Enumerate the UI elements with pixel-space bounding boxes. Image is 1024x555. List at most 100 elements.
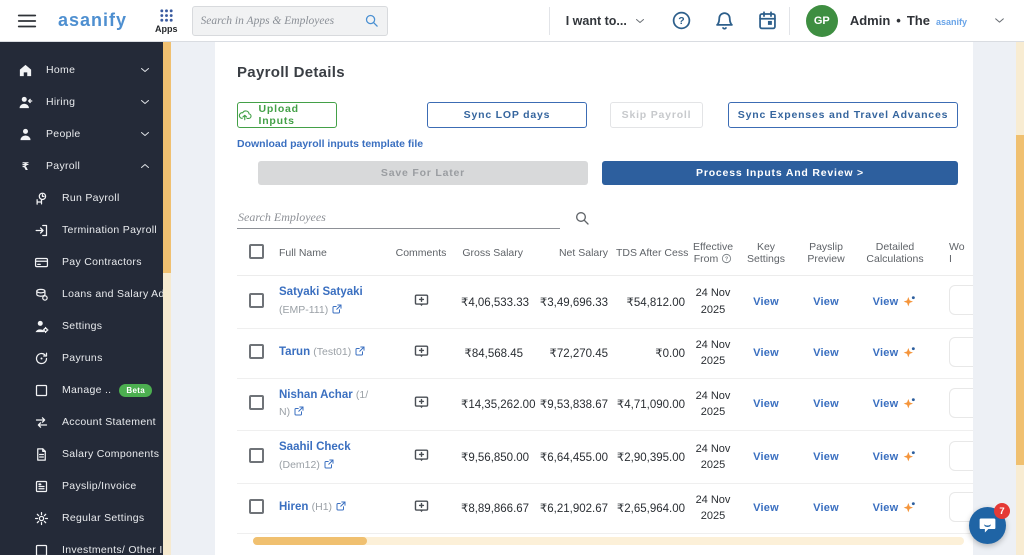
sidebar-item-manage[interactable]: Manage .. Beta: [0, 374, 163, 406]
employee-name-link[interactable]: Tarun: [279, 346, 310, 358]
sidebar-item-home[interactable]: Home: [0, 54, 163, 86]
external-link-icon[interactable]: [354, 345, 366, 357]
key-settings-view-link[interactable]: View: [753, 398, 779, 410]
working-days-input[interactable]: [949, 285, 973, 315]
sidebar-scrollbar-thumb[interactable]: [163, 42, 171, 273]
sidebar-item-regular-settings[interactable]: Regular Settings: [0, 502, 163, 534]
payruns-icon: [34, 351, 49, 366]
add-comment-icon[interactable]: [413, 447, 430, 464]
detailed-calculations-view-link[interactable]: View: [873, 296, 899, 308]
payslip-preview-view-link[interactable]: View: [813, 398, 839, 410]
payslip-preview-view-link[interactable]: View: [813, 451, 839, 463]
account-menu[interactable]: Admin • The asanify: [850, 13, 967, 28]
sidebar-chevron-icon: [139, 64, 151, 76]
effective-from-value: 24 Nov 2025: [689, 483, 737, 533]
sidebar-item-run-payroll[interactable]: Run Payroll: [0, 182, 163, 214]
external-link-icon[interactable]: [293, 405, 305, 417]
global-search[interactable]: [192, 6, 388, 36]
detailed-calculations-view-link[interactable]: View: [873, 347, 899, 359]
payslip-preview-view-link[interactable]: View: [813, 502, 839, 514]
effective-from-value: 24 Nov 2025: [689, 328, 737, 378]
employee-name-link[interactable]: Nishan Achar: [279, 389, 353, 401]
main-scrollbar-thumb[interactable]: [1016, 135, 1024, 465]
detailed-calculations-view-link[interactable]: View: [873, 451, 899, 463]
row-checkbox[interactable]: [249, 448, 264, 463]
notifications-bell-icon[interactable]: [714, 10, 735, 31]
employee-code: (Dem12): [279, 459, 320, 471]
working-days-input[interactable]: [949, 388, 973, 418]
sidebar: Home Hiring People ₹ Payroll Run Payroll…: [0, 42, 163, 555]
add-comment-icon[interactable]: [413, 343, 430, 360]
employee-name-link[interactable]: Satyaki Satyaki: [279, 286, 363, 298]
sidebar-item-termination-payroll[interactable]: Termination Payroll: [0, 214, 163, 246]
add-comment-icon[interactable]: [413, 292, 430, 309]
row-checkbox[interactable]: [249, 344, 264, 359]
key-settings-view-link[interactable]: View: [753, 502, 779, 514]
sidebar-item-payruns[interactable]: Payruns: [0, 342, 163, 374]
row-checkbox[interactable]: [249, 499, 264, 514]
sidebar-item-loans-and-salary-ad[interactable]: Loans and Salary Ad..: [0, 278, 163, 310]
select-all-checkbox-cell[interactable]: [237, 231, 275, 276]
sidebar-item-payslip-invoice[interactable]: Payslip/Invoice: [0, 470, 163, 502]
sidebar-item-payroll[interactable]: ₹ Payroll: [0, 150, 163, 182]
external-link-icon[interactable]: [335, 500, 347, 512]
search-icon[interactable]: [364, 13, 379, 28]
detailed-calculations-view-link[interactable]: View: [873, 502, 899, 514]
sidebar-item-people[interactable]: People: [0, 118, 163, 150]
sidebar-item-pay-contractors[interactable]: Pay Contractors: [0, 246, 163, 278]
key-settings-view-link[interactable]: View: [753, 451, 779, 463]
process-inputs-button[interactable]: Process Inputs And Review >: [602, 161, 958, 185]
sync-expenses-button[interactable]: Sync Expenses and Travel Advances: [728, 102, 958, 128]
header-divider: [789, 7, 790, 35]
chat-unread-badge: 7: [994, 503, 1010, 519]
key-settings-view-link[interactable]: View: [753, 296, 779, 308]
sidebar-item-hiring[interactable]: Hiring: [0, 86, 163, 118]
table-body: Satyaki Satyaki (EMP-111) ₹4,06,533.33 ₹…: [237, 276, 973, 534]
global-search-input[interactable]: [201, 15, 364, 27]
account-chevron-down-icon[interactable]: [993, 14, 1006, 27]
menu-icon[interactable]: [16, 10, 38, 32]
app-logo[interactable]: asanify: [58, 10, 127, 31]
table-horizontal-scrollbar-thumb[interactable]: [253, 537, 367, 545]
sidebar-item-label: Hiring: [46, 96, 75, 108]
sidebar-item-salary-components[interactable]: Salary Components: [0, 438, 163, 470]
sidebar-item-settings[interactable]: Settings: [0, 310, 163, 342]
main-scrollbar[interactable]: [1016, 42, 1024, 555]
column-help-icon[interactable]: ?: [721, 253, 732, 264]
working-days-input[interactable]: [949, 492, 973, 522]
chat-launcher[interactable]: 7: [969, 507, 1006, 544]
row-checkbox[interactable]: [249, 395, 264, 410]
add-comment-icon[interactable]: [413, 498, 430, 515]
sidebar-scrollbar[interactable]: [163, 42, 171, 555]
add-comment-icon[interactable]: [413, 394, 430, 411]
external-link-icon[interactable]: [331, 303, 343, 315]
sidebar-item-account-statement[interactable]: Account Statement: [0, 406, 163, 438]
key-settings-view-link[interactable]: View: [753, 347, 779, 359]
employee-name-link[interactable]: Hiren: [279, 501, 308, 513]
user-avatar[interactable]: GP: [806, 5, 838, 37]
working-days-input[interactable]: [949, 441, 973, 471]
working-days-input[interactable]: [949, 337, 973, 367]
help-icon[interactable]: ?: [671, 10, 692, 31]
apps-launcher[interactable]: Apps: [155, 8, 178, 34]
payslip-preview-view-link[interactable]: View: [813, 296, 839, 308]
i-want-to-dropdown[interactable]: I want to...: [550, 14, 660, 28]
payslip-preview-view-link[interactable]: View: [813, 347, 839, 359]
sidebar-item-investments-other-i[interactable]: Investments/ Other I...: [0, 534, 163, 555]
column-header: Key Settings: [737, 231, 795, 276]
table-horizontal-scrollbar[interactable]: [253, 537, 964, 545]
external-link-icon[interactable]: [323, 458, 335, 470]
apps-grid-icon: [159, 8, 174, 23]
employee-search-input[interactable]: [237, 207, 560, 229]
detailed-calculations-view-link[interactable]: View: [873, 398, 899, 410]
select-all-checkbox[interactable]: [249, 244, 264, 259]
employee-name-link[interactable]: Saahil Check: [279, 441, 351, 453]
sync-lop-days-button[interactable]: Sync LOP days: [427, 102, 587, 128]
row-checkbox[interactable]: [249, 293, 264, 308]
employee-search-icon[interactable]: [574, 210, 590, 226]
chat-icon: [977, 515, 998, 536]
effective-from-value: 24 Nov 2025: [689, 378, 737, 431]
upload-inputs-button[interactable]: Upload Inputs: [237, 102, 337, 128]
download-template-link[interactable]: Download payroll inputs template file: [237, 138, 423, 150]
calendar-icon[interactable]: [757, 10, 778, 31]
